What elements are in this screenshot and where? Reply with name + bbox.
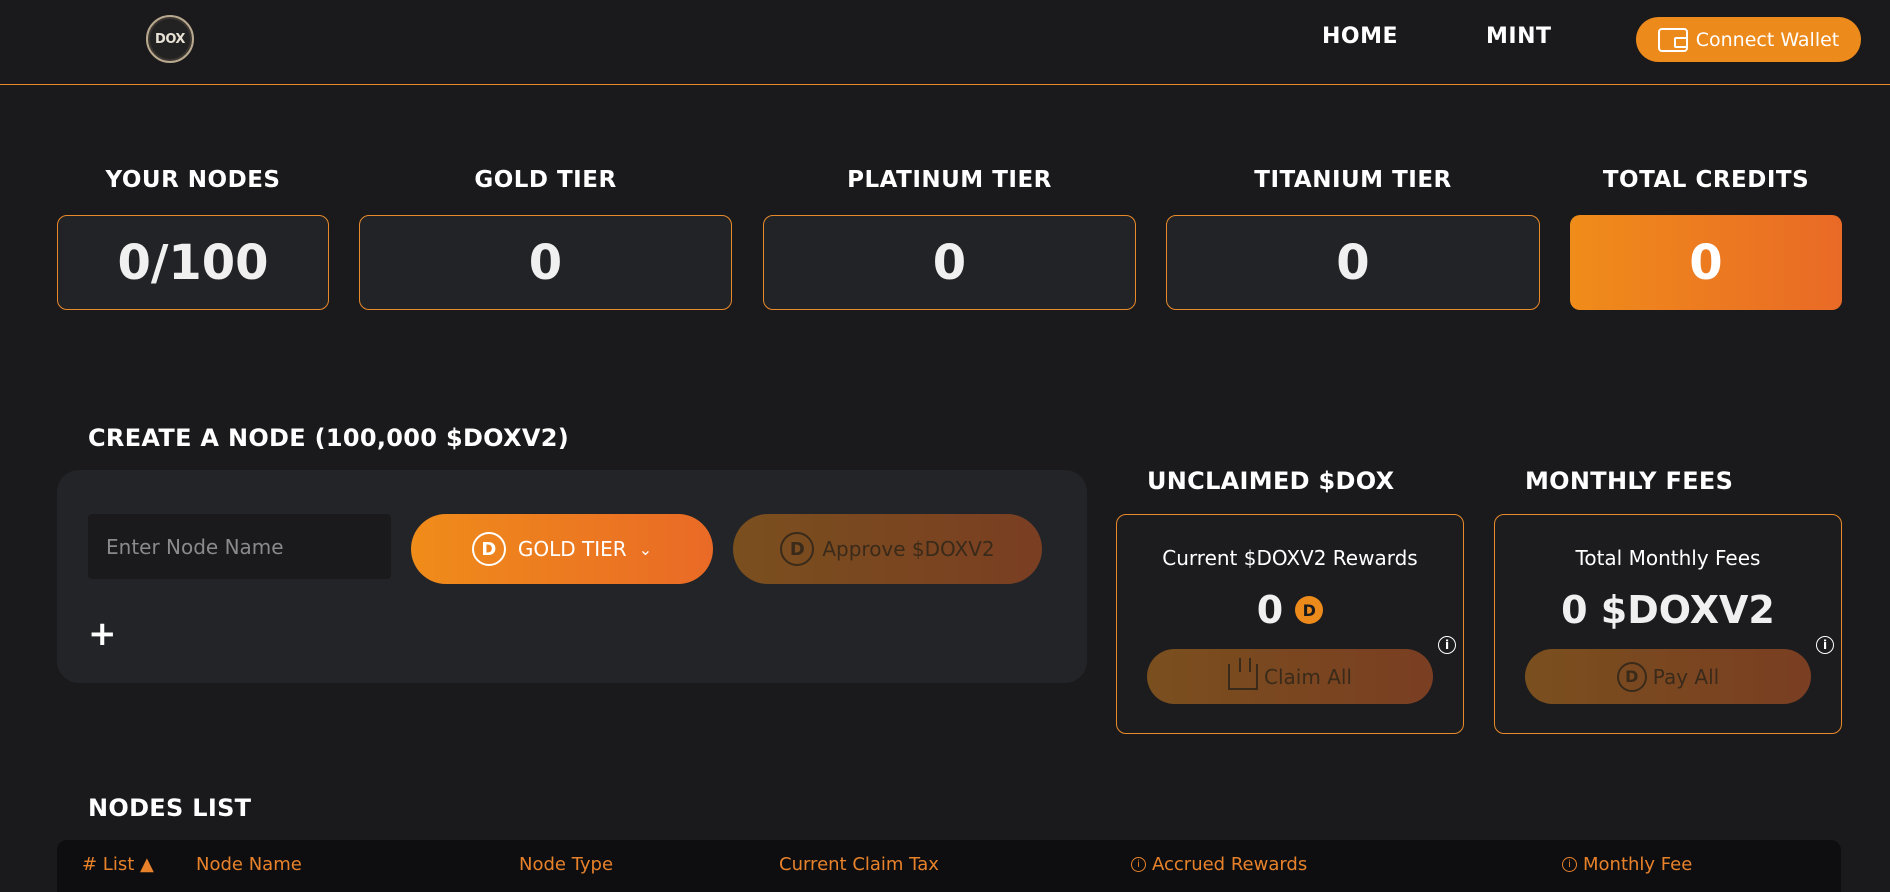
- nodes-list-title: NODES LIST: [88, 794, 252, 822]
- unclaimed-title: UNCLAIMED $DOX: [1147, 467, 1395, 495]
- pay-all-label: Pay All: [1652, 664, 1720, 689]
- monthly-fees-value: 0 $DOXV2: [1561, 588, 1775, 632]
- column-node-name[interactable]: Node Name: [196, 854, 302, 875]
- total-credits-box: 0: [1570, 215, 1842, 310]
- nav-mint-link[interactable]: MINT: [1486, 24, 1552, 49]
- total-credits-value: 0: [1689, 234, 1723, 291]
- gold-tier-label: GOLD TIER: [474, 167, 617, 193]
- tray-download-icon: [1228, 657, 1259, 690]
- column-monthly-fee[interactable]: i Monthly Fee: [1562, 854, 1692, 875]
- top-navbar: DOX HOME MINT Connect Wallet: [0, 0, 1890, 85]
- your-nodes-box: 0/100: [57, 215, 329, 310]
- approve-button[interactable]: D Approve $DOXV2: [733, 514, 1042, 584]
- column-node-type-label: Node Type: [519, 854, 614, 875]
- platinum-tier-label: PLATINUM TIER: [847, 167, 1052, 193]
- info-icon[interactable]: i: [1816, 636, 1834, 654]
- column-node-type[interactable]: Node Type: [519, 854, 613, 875]
- monthly-fees-title: MONTHLY FEES: [1525, 467, 1734, 495]
- chevron-down-icon: ⌄: [638, 539, 653, 559]
- your-nodes-label: YOUR NODES: [105, 167, 281, 193]
- dox-logo[interactable]: DOX: [146, 15, 194, 63]
- dox-coin-icon: D: [780, 532, 815, 566]
- connect-wallet-label: Connect Wallet: [1695, 28, 1840, 51]
- unclaimed-card: Current $DOXV2 Rewards 0 D i Claim All: [1116, 514, 1464, 734]
- create-node-title: CREATE A NODE (100,000 $DOXV2): [88, 424, 569, 452]
- your-nodes-value: 0/100: [117, 234, 269, 291]
- claim-all-label: Claim All: [1264, 664, 1352, 689]
- approve-label: Approve $DOXV2: [822, 537, 995, 561]
- add-node-button[interactable]: +: [88, 614, 117, 654]
- nav-home-link[interactable]: HOME: [1322, 24, 1398, 49]
- total-credits-label: TOTAL CREDITS: [1602, 167, 1810, 193]
- unclaimed-value: 0: [1256, 588, 1284, 632]
- column-accrued-rewards[interactable]: i Accrued Rewards: [1131, 854, 1307, 875]
- column-node-name-label: Node Name: [196, 854, 302, 875]
- column-list-label: # List ▲: [82, 854, 154, 875]
- gold-tier-box: 0: [359, 215, 732, 310]
- monthly-fees-card: Total Monthly Fees 0 $DOXV2 i D Pay All: [1494, 514, 1842, 734]
- unclaimed-value-row: 0 D: [1117, 588, 1463, 632]
- platinum-tier-box: 0: [763, 215, 1136, 310]
- logo-text: DOX: [155, 31, 185, 47]
- dox-coin-icon: D: [471, 532, 506, 566]
- info-icon: i: [1131, 857, 1146, 872]
- gold-tier-value: 0: [528, 234, 563, 291]
- titanium-tier-value: 0: [1336, 234, 1370, 291]
- nodes-table-header: # List ▲ Node Name Node Type Current Cla…: [57, 840, 1841, 892]
- info-icon: i: [1562, 857, 1577, 872]
- connect-wallet-button[interactable]: Connect Wallet: [1636, 17, 1861, 62]
- info-icon[interactable]: i: [1438, 636, 1456, 654]
- titanium-tier-label: TITANIUM TIER: [1254, 167, 1452, 193]
- column-list[interactable]: # List ▲: [82, 854, 154, 875]
- wallet-icon: [1657, 27, 1688, 52]
- column-accrued-rewards-label: Accrued Rewards: [1152, 854, 1308, 875]
- node-name-input[interactable]: [88, 514, 391, 579]
- column-claim-tax[interactable]: Current Claim Tax: [779, 854, 939, 875]
- unclaimed-text: Current $DOXV2 Rewards: [1162, 546, 1418, 570]
- pay-all-button[interactable]: D Pay All: [1525, 649, 1811, 704]
- column-claim-tax-label: Current Claim Tax: [779, 854, 939, 875]
- dox-coin-icon: D: [1295, 596, 1324, 624]
- claim-all-button[interactable]: Claim All: [1147, 649, 1433, 704]
- column-monthly-fee-label: Monthly Fee: [1583, 854, 1693, 875]
- dox-coin-icon: D: [1616, 661, 1647, 692]
- titanium-tier-box: 0: [1166, 215, 1540, 310]
- monthly-fees-text: Total Monthly Fees: [1575, 546, 1761, 570]
- tier-select-label: GOLD TIER: [517, 537, 627, 561]
- tier-select-button[interactable]: D GOLD TIER ⌄: [411, 514, 713, 584]
- platinum-tier-value: 0: [932, 234, 967, 291]
